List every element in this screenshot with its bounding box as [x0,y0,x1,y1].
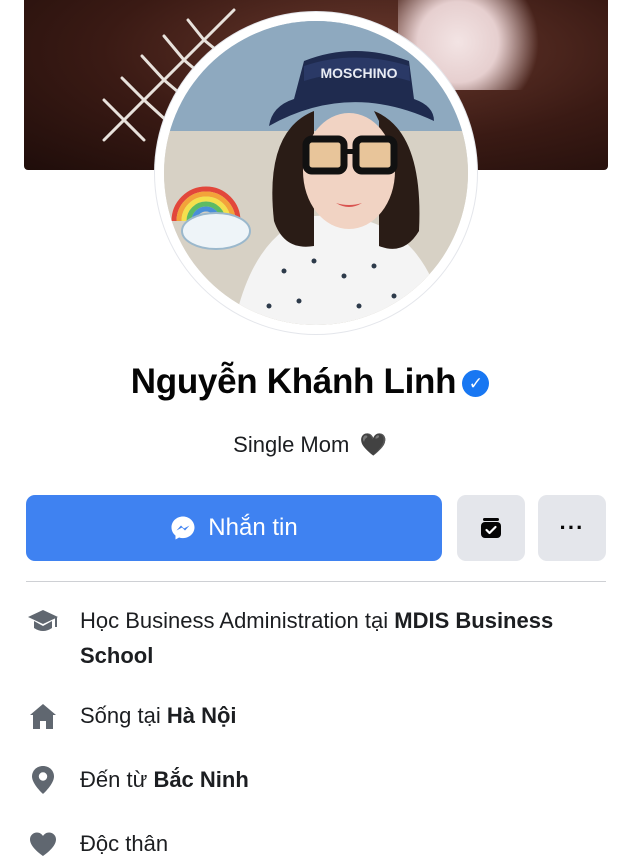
avatar-illustration: MOSCHINO [164,21,468,325]
current-city-prefix: Sống tại [80,703,167,728]
graduation-cap-icon [26,603,60,638]
hometown-link[interactable]: Bắc Ninh [153,767,248,792]
divider [26,581,606,582]
message-button[interactable]: Nhắn tin [26,495,442,561]
heart-icon [26,826,60,861]
location-pin-icon [26,762,60,797]
intro-education: Học Business Administration tại MDIS Bus… [26,603,606,673]
intro-current-city: Sống tại Hà Nội [26,698,606,733]
education-text: Học Business Administration tại MDIS Bus… [80,603,606,673]
messenger-icon [170,515,196,541]
more-options-button[interactable]: ··· [538,495,606,561]
bio-text: Single Mom [233,432,350,457]
more-icon: ··· [559,515,585,540]
relationship-text: Độc thân [80,831,169,856]
intro-hometown: Đến từ Bắc Ninh [26,762,606,797]
hometown-text: Đến từ Bắc Ninh [80,762,249,797]
story-archive-button[interactable] [457,495,525,561]
home-icon [26,698,60,733]
hometown-prefix: Đến từ [80,767,154,792]
profile-picture[interactable]: MOSCHINO [164,21,468,325]
verified-badge-icon: ✓ [462,370,490,397]
current-city-text: Sống tại Hà Nội [80,698,237,733]
profile-name: Nguyễn Khánh Linh [130,362,457,401]
education-prefix: Học Business Administration tại [80,608,395,633]
hat-logo-text: MOSCHINO [321,65,398,81]
profile-picture-frame[interactable]: MOSCHINO [155,12,477,334]
current-city-link[interactable]: Hà Nội [167,703,237,728]
message-button-label: Nhắn tin [208,514,298,541]
black-heart-emoji: 🖤 [359,432,387,457]
profile-bio: Single Mom 🖤 [0,432,620,458]
profile-name-row: Nguyễn Khánh Linh ✓ [0,362,620,402]
story-archive-icon [481,518,501,538]
intro-relationship: Độc thân [26,826,606,861]
